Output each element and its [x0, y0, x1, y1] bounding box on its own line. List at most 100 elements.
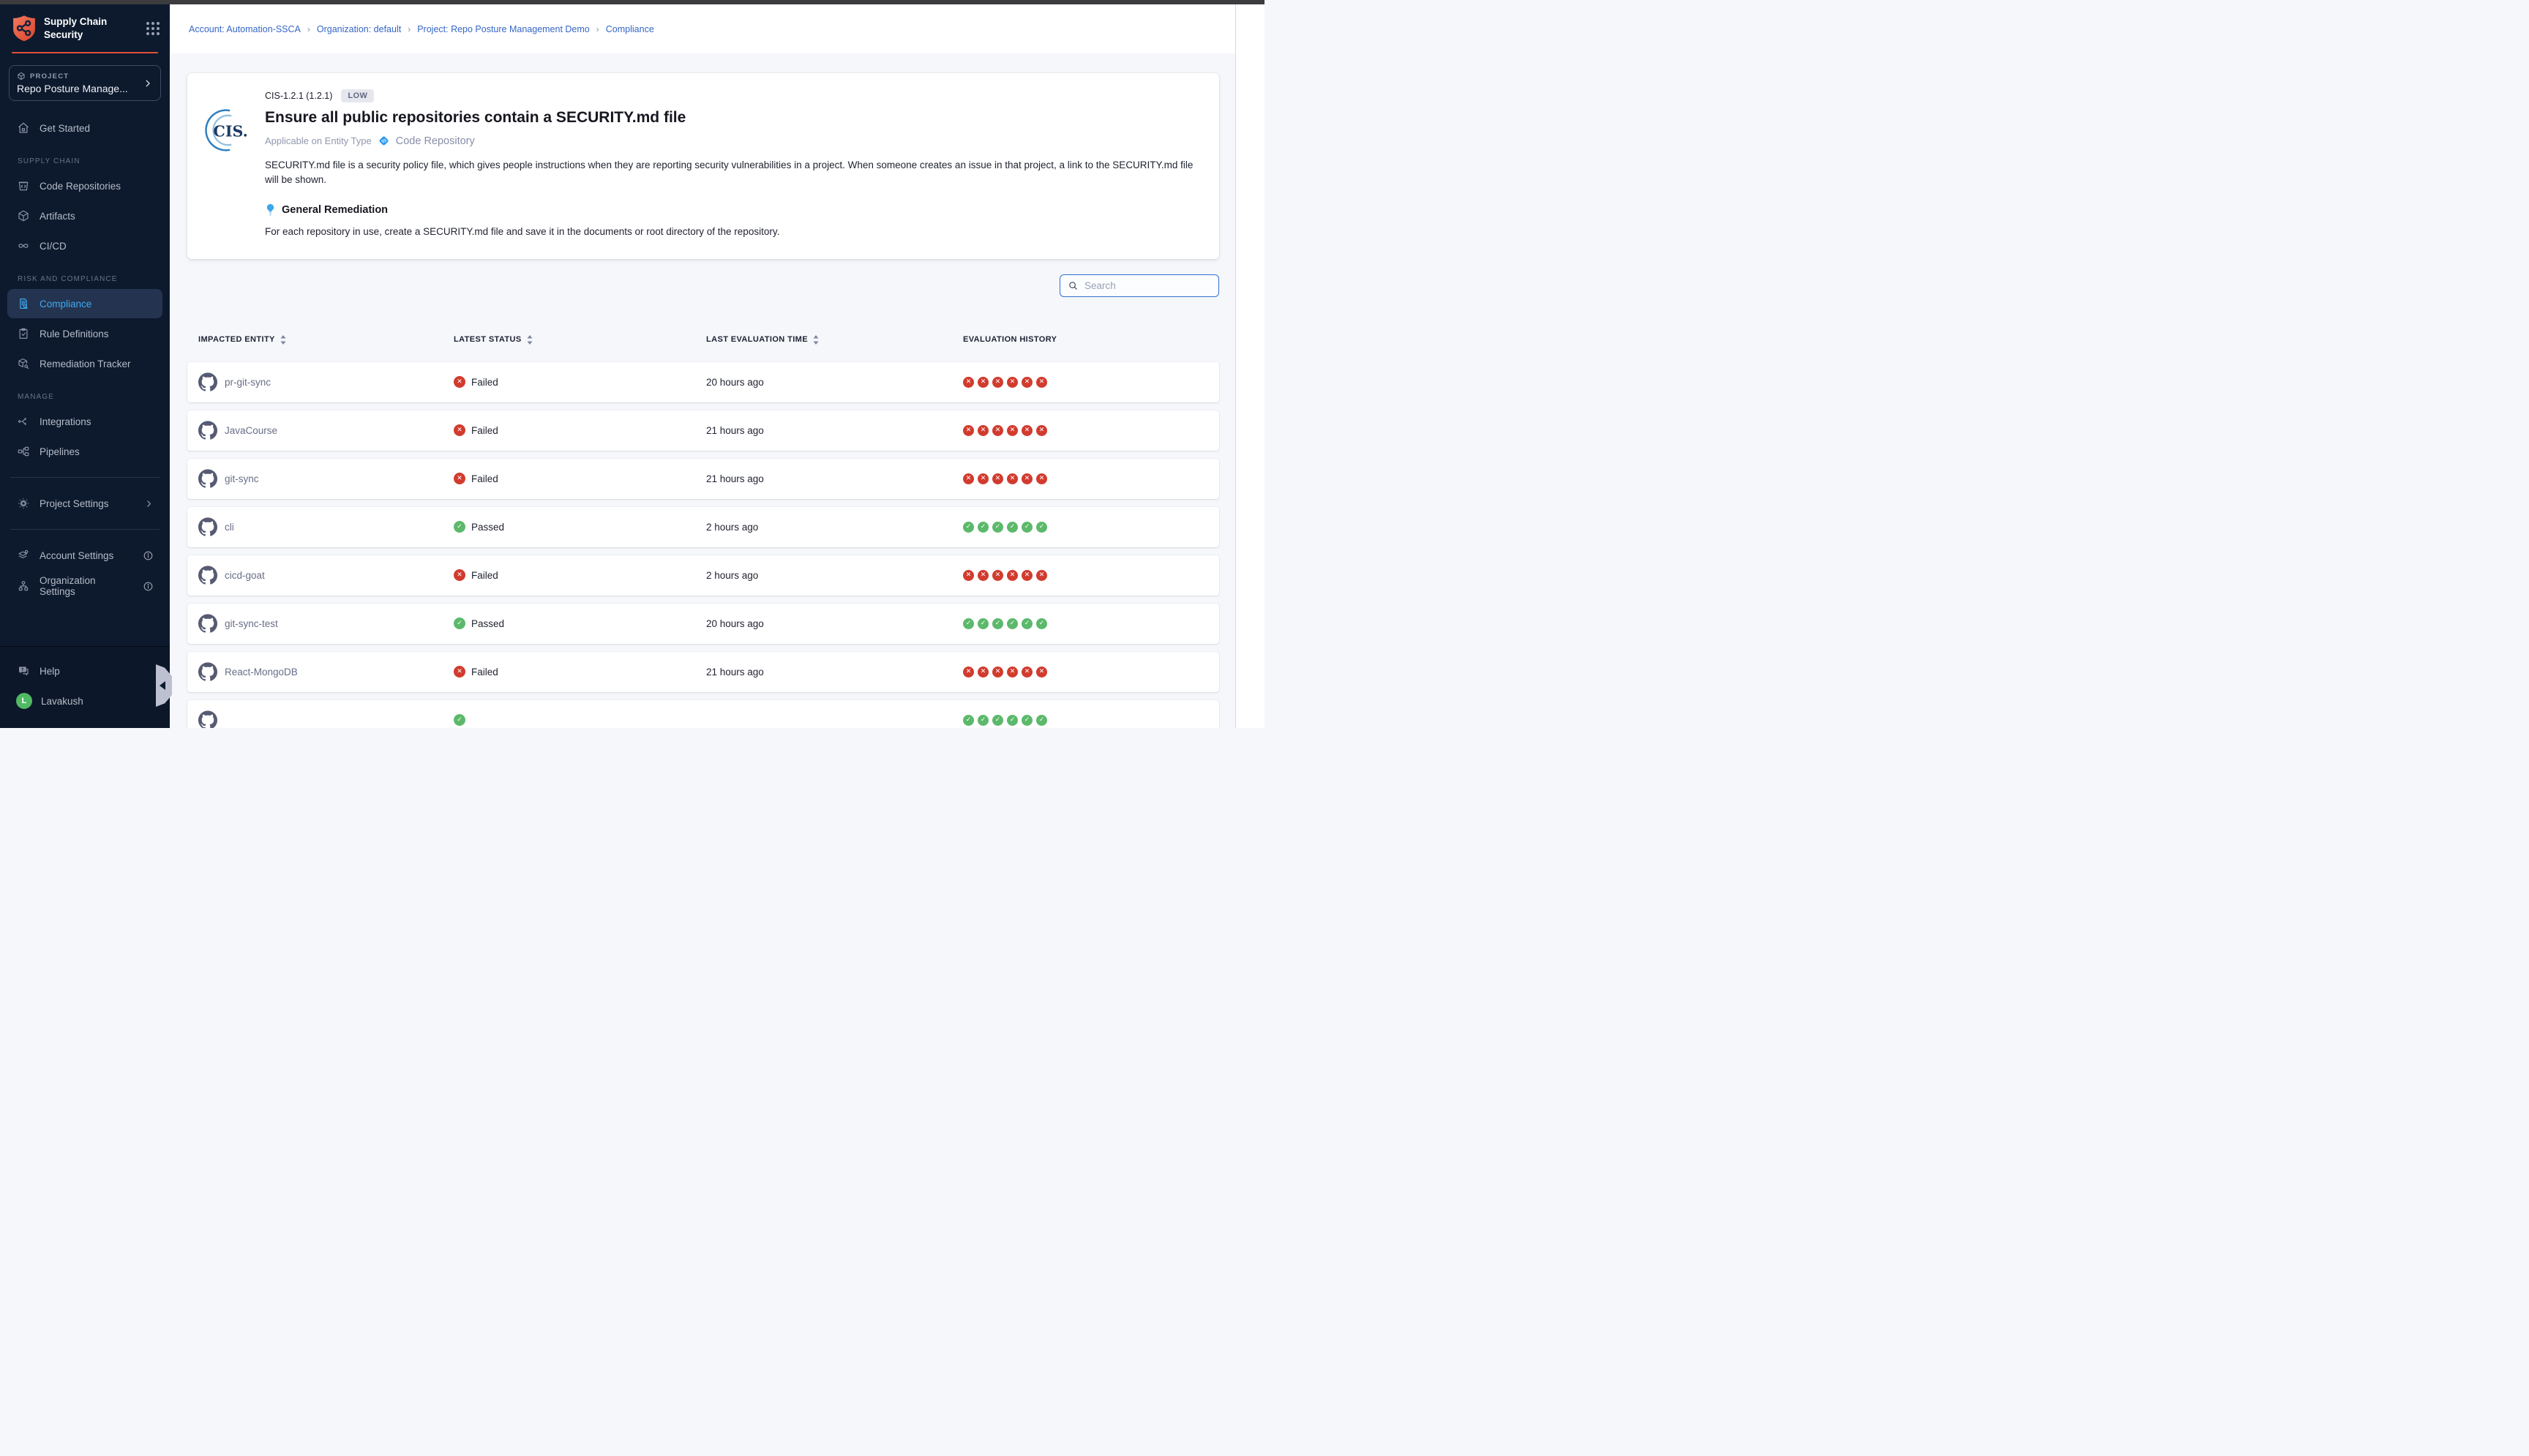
sort-icon[interactable]: [813, 335, 819, 345]
entity-link[interactable]: React-MongoDB: [225, 667, 298, 678]
search-input[interactable]: [1084, 280, 1211, 291]
sidebar-item-pipelines[interactable]: Pipelines: [7, 437, 162, 466]
rule-detail-card: CIS. CIS-1.2.1 (1.2.1) LOW Ensure all pu…: [187, 73, 1219, 259]
entity-link[interactable]: git-sync-test: [225, 618, 278, 629]
scrollbar-gutter[interactable]: [1235, 4, 1264, 728]
entity-type-label: Code Repository: [396, 135, 475, 147]
last-evaluation-time: 2 hours ago: [706, 570, 963, 581]
sidebar-item-rule-definitions[interactable]: Rule Definitions: [7, 319, 162, 348]
sidebar-footer: ? Help L Lavakush: [0, 646, 170, 728]
sidebar-item-label: Remediation Tracker: [40, 359, 131, 369]
sidebar-item-project-settings[interactable]: Project Settings: [7, 489, 162, 518]
sort-icon[interactable]: [280, 335, 286, 345]
status-label: Failed: [471, 570, 498, 581]
code-repo-icon: [16, 179, 31, 192]
project-selector[interactable]: PROJECT Repo Posture Manage...: [9, 65, 161, 101]
box-wrench-icon: [16, 357, 31, 370]
github-icon: [198, 566, 217, 585]
breadcrumb-project-link[interactable]: Project: Repo Posture Management Demo: [417, 24, 590, 34]
supply-chain-security-logo-icon: [12, 15, 37, 42]
help-chat-icon: ?: [16, 664, 31, 678]
table-row[interactable]: React-MongoDB Failed 21 hours ago: [187, 652, 1219, 692]
status-label: Passed: [471, 522, 504, 533]
table-row[interactable]: JavaCourse Failed 21 hours ago: [187, 410, 1219, 451]
fail-icon: [1022, 425, 1033, 436]
sidebar-item-integrations[interactable]: Integrations: [7, 407, 162, 436]
table-row[interactable]: git-sync Failed 21 hours ago: [187, 459, 1219, 499]
sort-icon[interactable]: [527, 335, 533, 345]
table-row[interactable]: cli Passed 2 hours ago: [187, 507, 1219, 547]
sidebar-item-remediation-tracker[interactable]: Remediation Tracker: [7, 349, 162, 378]
info-icon[interactable]: [143, 550, 154, 561]
fail-icon: [992, 473, 1003, 484]
fail-icon: [1007, 377, 1018, 388]
fail-icon: [963, 425, 974, 436]
info-icon[interactable]: [143, 581, 154, 592]
entity-link[interactable]: JavaCourse: [225, 425, 277, 436]
column-header-latest-status[interactable]: LATEST STATUS: [454, 335, 706, 345]
search-box[interactable]: [1060, 274, 1219, 297]
sidebar-item-compliance[interactable]: Compliance: [7, 289, 162, 318]
status-label: Failed: [471, 473, 498, 484]
help-button[interactable]: ? Help: [7, 656, 162, 686]
document-search-icon: [16, 297, 31, 310]
sidebar-item-label: Project Settings: [40, 498, 109, 509]
fail-icon: [992, 377, 1003, 388]
github-icon: [198, 614, 217, 633]
evaluation-history: [963, 715, 1219, 726]
sidebar-item-account-settings[interactable]: Account Settings: [7, 541, 162, 570]
breadcrumb-account-link[interactable]: Account: Automation-SSCA: [189, 24, 301, 34]
pass-icon: [992, 715, 1003, 726]
clipboard-check-icon: [16, 327, 31, 340]
table-row[interactable]: git-sync-test Passed 20 hours ago: [187, 604, 1219, 644]
entity-link[interactable]: git-sync: [225, 473, 259, 484]
breadcrumb-band: Account: Automation-SSCA › Organization:…: [170, 4, 1235, 53]
passed-status-icon: [454, 521, 465, 533]
sidebar-item-label: Get Started: [40, 123, 90, 134]
pass-icon: [963, 618, 974, 629]
table-body: pr-git-sync Failed 20 hours ago: [187, 362, 1219, 729]
entity-link[interactable]: pr-git-sync: [225, 377, 271, 388]
applicable-label: Applicable on Entity Type: [265, 135, 372, 146]
sidebar-item-artifacts[interactable]: Artifacts: [7, 201, 162, 230]
table-row[interactable]: cicd-goat Failed 2 hours ago: [187, 555, 1219, 596]
column-header-last-evaluation-time[interactable]: LAST EVALUATION TIME: [706, 335, 963, 345]
user-menu[interactable]: L Lavakush: [7, 686, 162, 716]
fail-icon: [1036, 667, 1047, 678]
failed-status-icon: [454, 424, 465, 436]
sidebar-item-get-started[interactable]: Get Started: [7, 113, 162, 143]
entity-link[interactable]: cli: [225, 522, 234, 533]
column-header-impacted-entity[interactable]: IMPACTED ENTITY: [198, 335, 454, 345]
last-evaluation-time: 21 hours ago: [706, 425, 963, 436]
entity-link[interactable]: cicd-goat: [225, 570, 265, 581]
remediation-text: For each repository in use, create a SEC…: [265, 226, 1202, 237]
pass-icon: [978, 522, 989, 533]
last-evaluation-time: 21 hours ago: [706, 667, 963, 678]
pass-icon: [1007, 618, 1018, 629]
window-top-strip: [0, 0, 1264, 4]
pass-icon: [1036, 522, 1047, 533]
breadcrumb-organization-link[interactable]: Organization: default: [317, 24, 401, 34]
breadcrumb: Account: Automation-SSCA › Organization:…: [189, 24, 654, 34]
gear-icon: [16, 497, 31, 510]
breadcrumb-compliance-link[interactable]: Compliance: [606, 24, 654, 34]
sidebar-section-risk-and-compliance: RISK AND COMPLIANCE: [18, 275, 170, 283]
fail-icon: [978, 667, 989, 678]
table-row[interactable]: pr-git-sync Failed 20 hours ago: [187, 362, 1219, 402]
fail-icon: [963, 473, 974, 484]
pass-icon: [963, 715, 974, 726]
app-title: Supply Chain Security: [44, 15, 107, 41]
app-launcher-icon[interactable]: [146, 22, 160, 35]
sidebar-item-cicd[interactable]: CI/CD: [7, 231, 162, 260]
table-row[interactable]: [187, 700, 1219, 729]
layers-gear-icon: [16, 549, 31, 562]
fail-icon: [1022, 377, 1033, 388]
pass-icon: [963, 522, 974, 533]
breadcrumb-separator-icon: ›: [596, 24, 599, 34]
evaluation-history: [963, 473, 1219, 484]
passed-status-icon: [454, 618, 465, 629]
search-icon: [1068, 280, 1079, 291]
fail-icon: [992, 667, 1003, 678]
sidebar-item-code-repositories[interactable]: Code Repositories: [7, 171, 162, 200]
sidebar-item-organization-settings[interactable]: Organization Settings: [7, 571, 162, 601]
